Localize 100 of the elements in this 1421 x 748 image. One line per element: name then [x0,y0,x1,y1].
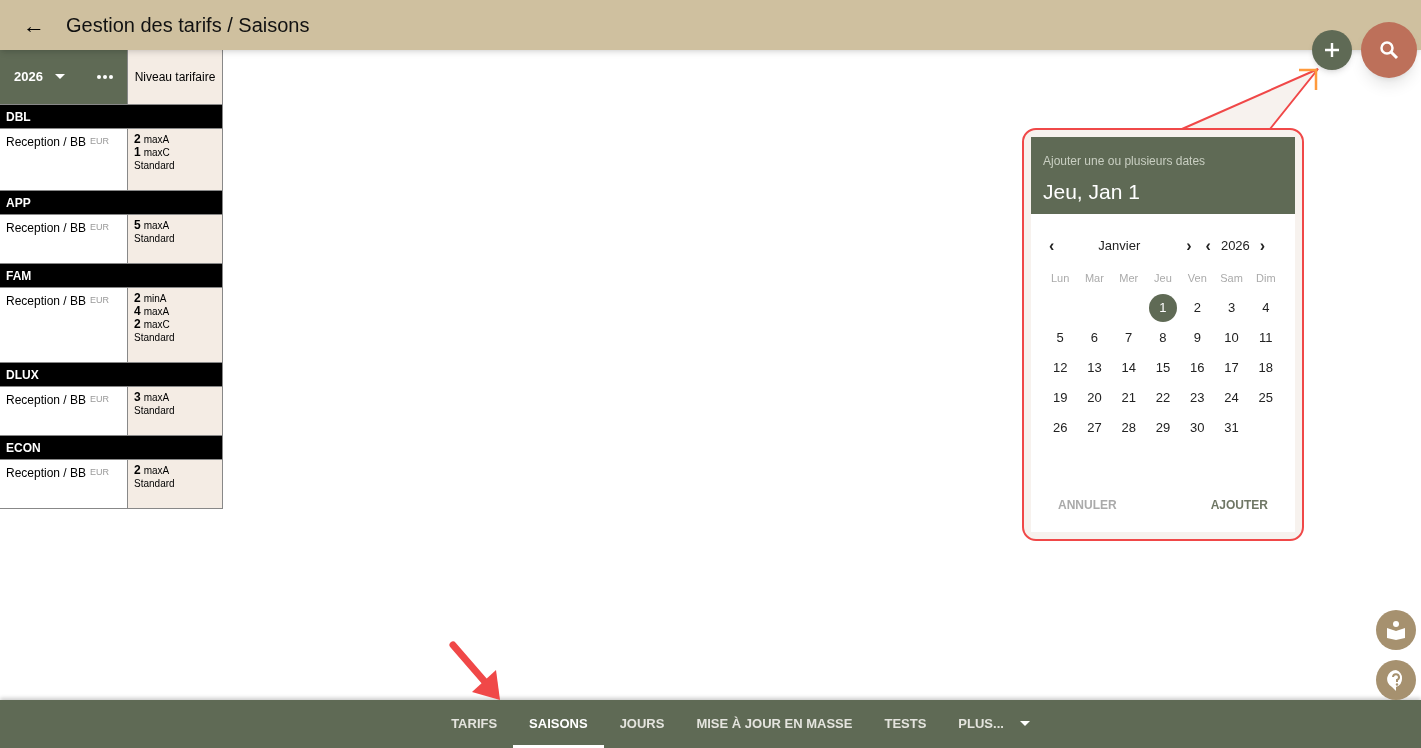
day-cell[interactable]: 29 [1149,413,1177,442]
occupancy-count: 2 [134,318,141,331]
weekday-label: Mar [1083,271,1105,286]
add-button[interactable] [1312,30,1352,70]
day-cell[interactable]: 6 [1080,323,1109,352]
day-cell[interactable]: 15 [1149,353,1177,382]
day-cell[interactable]: 9 [1183,323,1212,352]
highlight-corner [1298,68,1318,90]
day-cell[interactable]: 1 [1149,293,1177,322]
picker-subtitle: Ajouter une ou plusieurs dates [1043,153,1207,170]
group-header: ECON [0,435,222,459]
search-button[interactable] [1361,22,1417,78]
year-selector[interactable]: 2026 [0,50,128,104]
tariff-name: Standard [134,232,176,245]
previous-month-button[interactable]: ‹ [1049,234,1055,258]
currency-label: EUR [90,221,110,234]
back-button[interactable]: ← [22,8,46,42]
tariff-name: Standard [134,159,176,172]
day-cell[interactable]: 22 [1149,383,1177,412]
day-cell[interactable]: 3 [1217,293,1246,322]
day-cell[interactable]: 23 [1183,383,1212,412]
occupancy-count: 2 [134,464,141,477]
day-cell[interactable]: 20 [1080,383,1109,412]
help-button[interactable] [1376,660,1416,700]
weekday-label: Sam [1219,271,1244,286]
weekday-label: Dim [1255,271,1277,286]
occupancy-count: 2 [134,133,141,146]
occupancy-count: 1 [134,146,141,159]
occupancy-rule: maxA [143,464,170,477]
day-cell[interactable]: 16 [1183,353,1212,382]
add-dates-button[interactable]: AJOUTER [1210,496,1268,514]
caret-icon [1019,721,1030,727]
search-icon [1379,40,1399,60]
occupancy-rule: maxA [143,219,170,232]
group-header: DBL [0,104,222,128]
day-cell[interactable]: 7 [1114,323,1143,352]
day-cell[interactable]: 24 [1217,383,1246,412]
day-cell[interactable]: 8 [1149,323,1177,352]
currency-label: EUR [90,294,110,307]
guide-button[interactable] [1376,610,1416,650]
year-label: 2026 [1220,237,1250,256]
day-cell[interactable]: 27 [1080,413,1109,442]
day-cell[interactable]: 26 [1046,413,1075,442]
day-cell[interactable]: 4 [1251,293,1280,322]
occupancy-rule: maxC [143,318,170,331]
nav-tab[interactable]: TESTS [868,700,943,748]
room-rate-label: Reception / BB [6,293,87,310]
book-reader-icon [1386,620,1406,640]
nav-tab[interactable]: PLUS... [942,700,1046,748]
more-icon[interactable] [97,75,113,79]
column-header: Niveau tarifaire [128,50,222,104]
next-year-button[interactable]: › [1259,234,1266,258]
day-cell[interactable]: 25 [1251,383,1280,412]
occupancy-count: 5 [134,219,141,232]
day-cell[interactable]: 5 [1046,323,1075,352]
day-cell[interactable]: 17 [1217,353,1246,382]
day-cell[interactable]: 2 [1183,293,1212,322]
occupancy-count: 2 [134,292,141,305]
occupancy-rule: minA [143,292,167,305]
day-cell[interactable]: 30 [1183,413,1212,442]
nav-tab[interactable]: JOURS [603,700,681,748]
day-cell[interactable]: 14 [1114,353,1143,382]
weekday-label: Jeu [1153,271,1173,286]
tariff-name: Standard [134,477,176,490]
tariff-name: Standard [134,331,176,344]
group-header: DLUX [0,362,222,386]
year-text: 2026 [14,68,43,87]
plus-icon [1324,42,1340,58]
occupancy-rule: maxA [143,391,170,404]
currency-label: EUR [90,135,110,148]
room-rate-label: Reception / BB [6,465,87,482]
day-cell[interactable]: 11 [1251,323,1280,352]
occupancy-rule: maxA [143,133,170,146]
currency-label: EUR [90,466,110,479]
occupancy-count: 4 [134,305,141,318]
nav-tab[interactable]: SAISONS [513,700,604,748]
weekday-label: Mer [1118,271,1140,286]
next-month-button[interactable]: › [1186,234,1192,258]
day-cell[interactable]: 18 [1251,353,1280,382]
selected-date: Jeu, Jan 1 [1043,179,1141,205]
room-rate-label: Reception / BB [6,134,87,151]
currency-label: EUR [90,393,110,406]
previous-year-button[interactable]: ‹ [1205,234,1211,258]
nav-tab[interactable]: MISE À JOUR EN MASSE [680,700,869,748]
day-cell[interactable]: 12 [1046,353,1075,382]
occupancy-rule: maxC [143,146,170,159]
day-cell[interactable]: 19 [1046,383,1075,412]
nav-tab[interactable]: TARIFS [435,700,514,748]
room-rate-label: Reception / BB [6,220,87,237]
month-label: Janvier [1098,237,1141,256]
day-cell[interactable]: 13 [1080,353,1109,382]
group-header: APP [0,190,222,214]
caret-icon [54,74,65,80]
day-cell[interactable]: 28 [1114,413,1143,442]
room-rate-label: Reception / BB [6,392,87,409]
day-cell[interactable]: 21 [1114,383,1143,412]
day-cell[interactable]: 10 [1217,323,1246,352]
group-header: FAM [0,263,222,287]
occupancy-rule: maxA [143,305,170,318]
day-cell[interactable]: 31 [1217,413,1246,442]
